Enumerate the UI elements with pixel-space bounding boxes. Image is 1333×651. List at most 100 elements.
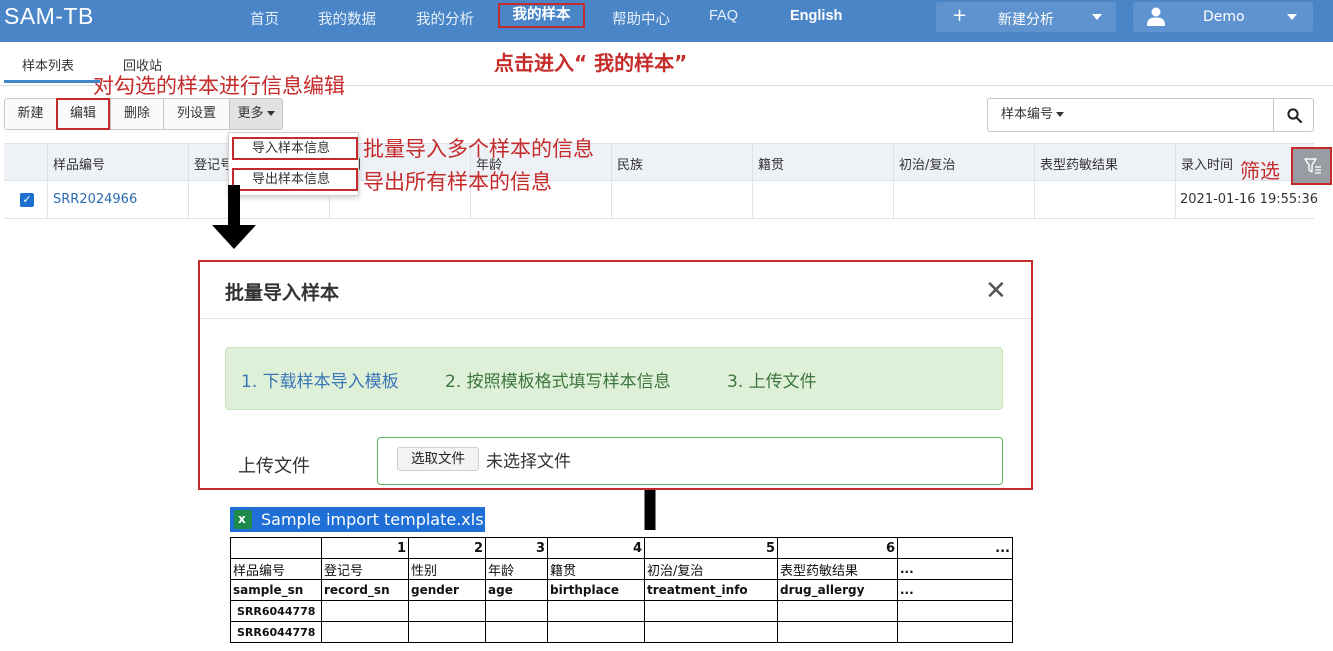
table-row[interactable]: ✓ SRR2024966 2021-01-16 19:55:36 (4, 181, 1318, 219)
close-icon[interactable]: ✕ (985, 276, 1007, 306)
column-divider (188, 144, 189, 180)
template-cell: 样品编号 (230, 558, 322, 580)
template-cell: 3 (485, 537, 548, 559)
template-cell: 初治/复治 (644, 558, 778, 580)
search-field-select[interactable]: 样本编号 (987, 98, 1084, 132)
nav-faq[interactable]: FAQ (709, 8, 738, 24)
new-analysis-button[interactable]: + 新建分析 (936, 2, 1116, 32)
user-name: Demo (1203, 9, 1245, 25)
template-cell: SRR6044778 (230, 621, 322, 643)
annotation-export-hint: 导出所有样本的信息 (363, 170, 552, 194)
template-cell: 表型药敏结果 (777, 558, 898, 580)
template-cell (897, 600, 1013, 622)
download-template-link[interactable]: 1. 下载样本导入模板 (241, 367, 399, 392)
modal-title: 批量导入样本 (225, 282, 340, 304)
column-divider (188, 181, 189, 218)
template-cell: 2 (408, 537, 486, 559)
search-field-label: 样本编号 (1001, 107, 1054, 122)
template-filename: Sample import template.xls (261, 510, 484, 529)
excel-file-icon (234, 510, 252, 529)
column-divider (47, 144, 48, 180)
template-cell (408, 621, 486, 643)
template-cell: 1 (321, 537, 409, 559)
template-cell: 4 (547, 537, 645, 559)
chevron-down-icon (1056, 112, 1065, 117)
modal-divider (200, 318, 1031, 319)
plus-icon: + (952, 5, 968, 26)
col-ethnicity[interactable]: 民族 (617, 154, 643, 173)
annotation-nav-hint: 点击进入“ 我的样本” (494, 51, 688, 75)
column-divider (47, 181, 48, 218)
search-icon (1287, 108, 1302, 123)
tab-sample-list[interactable]: 样本列表 (22, 55, 74, 74)
template-cell (485, 621, 548, 643)
upload-label: 上传文件 (238, 456, 310, 477)
filter-icon (1304, 158, 1321, 174)
filter-button[interactable] (1291, 147, 1332, 185)
template-cell (230, 537, 322, 559)
user-icon (1147, 7, 1165, 26)
choose-file-button[interactable]: 选取文件 (397, 447, 479, 471)
user-menu-button[interactable]: Demo (1133, 2, 1313, 32)
column-divider (611, 144, 612, 180)
new-analysis-label: 新建分析 (998, 12, 1054, 28)
active-tab-indicator (4, 80, 100, 83)
no-file-text: 未选择文件 (486, 452, 571, 472)
template-cell: gender (408, 579, 486, 601)
col-drug-sensitivity[interactable]: 表型药敏结果 (1040, 154, 1118, 173)
col-entry-time[interactable]: 录入时间 (1181, 154, 1233, 173)
nav-home[interactable]: 首页 (250, 8, 279, 29)
template-data-row: SRR6044778 (230, 600, 1013, 622)
step-upload-file: 3. 上传文件 (727, 372, 817, 392)
nav-my-data[interactable]: 我的数据 (318, 8, 376, 29)
template-cell: 年龄 (485, 558, 548, 580)
annotation-import-hint: 批量导入多个样本的信息 (363, 137, 594, 161)
nav-help-center[interactable]: 帮助中心 (612, 8, 670, 29)
col-birthplace[interactable]: 籍贯 (758, 154, 784, 173)
template-cell: treatment_info (644, 579, 778, 601)
template-cell (777, 621, 898, 643)
template-cell (485, 600, 548, 622)
brand-logo[interactable]: SAM-TB (4, 3, 94, 30)
column-divider (893, 181, 894, 218)
template-cell: 6 (777, 537, 898, 559)
template-number-row: 1 2 3 4 5 6 ... (230, 537, 1013, 559)
template-cell: sample_sn (230, 579, 322, 601)
search-input[interactable] (1083, 98, 1274, 132)
sample-id-link[interactable]: SRR2024966 (53, 192, 137, 207)
chevron-down-icon (266, 111, 275, 116)
col-treatment[interactable]: 初治/复治 (899, 154, 955, 173)
row-checkbox[interactable]: ✓ (20, 193, 34, 207)
new-button[interactable]: 新建 (4, 98, 57, 130)
template-cell: age (485, 579, 548, 601)
nav-my-samples[interactable]: 我的样本 (498, 3, 585, 28)
top-navbar: SAM-TB 首页 我的数据 我的分析 我的样本 帮助中心 FAQ Englis… (0, 0, 1333, 42)
template-cell: drug_allergy (777, 579, 898, 601)
template-cell (547, 621, 645, 643)
template-cell: ... (897, 579, 1013, 601)
delete-button[interactable]: 删除 (110, 98, 164, 130)
template-cell (408, 600, 486, 622)
table-header: 样品编号 登记号 性别 年龄 民族 籍贯 初治/复治 表型药敏结果 录入时间 (4, 143, 1314, 181)
column-divider (1175, 144, 1176, 180)
column-divider (1034, 144, 1035, 180)
nav-language[interactable]: English (790, 8, 842, 24)
column-divider (1034, 181, 1035, 218)
batch-import-modal: 批量导入样本 ✕ 1. 下载样本导入模板 2. 按照模板格式填写样本信息 3. … (198, 260, 1033, 490)
template-cell: birthplace (547, 579, 645, 601)
column-settings-button[interactable]: 列设置 (163, 98, 230, 130)
file-upload-field[interactable]: 选取文件 未选择文件 (377, 437, 1003, 485)
edit-button[interactable]: 编辑 (56, 98, 110, 130)
template-file-chip[interactable]: Sample import template.xls (230, 507, 485, 532)
nav-my-analysis[interactable]: 我的分析 (416, 8, 474, 29)
search-button[interactable] (1273, 98, 1314, 132)
annotation-edit-hint: 对勾选的样本进行信息编辑 (93, 74, 345, 98)
col-sample-id[interactable]: 样品编号 (53, 154, 105, 173)
chevron-down-icon (1092, 14, 1102, 20)
arrow-down-icon (212, 185, 256, 249)
more-button[interactable]: 更多 (229, 98, 283, 130)
import-samples-menu-item[interactable]: 导入样本信息 (232, 137, 358, 160)
column-divider (752, 144, 753, 180)
template-en-header-row: sample_sn record_sn gender age birthplac… (230, 579, 1013, 601)
template-cell: SRR6044778 (230, 600, 322, 622)
